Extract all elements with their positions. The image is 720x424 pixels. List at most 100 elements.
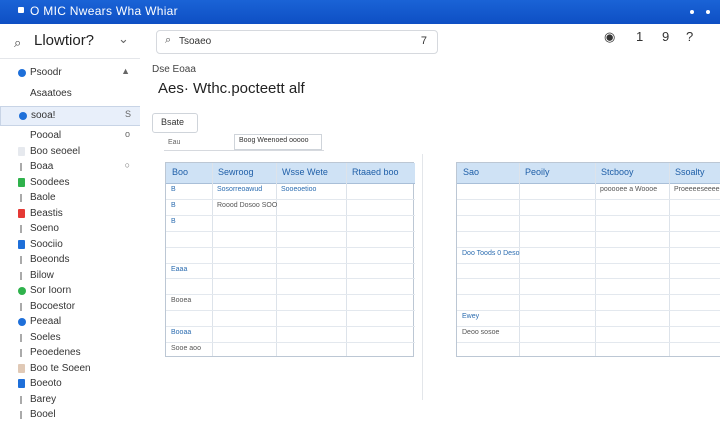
chevron-down-icon[interactable]: ⌄ (118, 31, 129, 47)
grid-row-divider (166, 310, 415, 312)
tree-line-icon (20, 411, 22, 419)
sidebar-item[interactable]: Booel (0, 406, 140, 424)
grid-row-divider (457, 326, 720, 328)
grid-toolbar-button-label: Boog Weenoed ooooo (239, 137, 309, 144)
tree-line-icon (20, 256, 22, 264)
count-button[interactable]: 9 (662, 29, 669, 44)
column-header[interactable]: Rtaaed boo (352, 167, 399, 177)
color-swatch-icon (18, 379, 25, 388)
grid-cell[interactable]: Doo Toods 0 Deso (462, 250, 519, 257)
data-grid-left[interactable]: Boo Sewroog Wsse Wete Rtaaed boo B Sosorreoaw… (165, 162, 415, 357)
sidebar-item-label: Bocoestor (30, 300, 76, 312)
grid-cell[interactable]: Booaa (171, 329, 191, 336)
grid-cell[interactable]: Deoo sosoe (462, 329, 499, 336)
pane-divider (422, 154, 423, 400)
sidebar-item-label: Sor Ioorn (30, 285, 72, 296)
grid-row-divider (166, 326, 415, 328)
grid-row-divider (166, 262, 415, 264)
grid-cell[interactable]: Sosorreoawud (217, 186, 262, 193)
grid-row-divider (457, 262, 720, 264)
search-input[interactable]: ⌕ Tsoaeo 7 (156, 30, 438, 54)
settings-icon[interactable]: ◉ (604, 29, 615, 45)
tree-line-icon (20, 163, 22, 171)
column-header[interactable]: Sao (463, 167, 479, 177)
grid-row-divider (166, 278, 415, 280)
grid-cell[interactable]: Ewey (462, 313, 479, 320)
top-toolbar: ⌕ Tsoaeo 7 ◉ 1 9 ? (140, 24, 720, 59)
column-header[interactable]: Wsse Wete (282, 167, 328, 177)
grid-row-divider (457, 246, 720, 248)
sidebar-item-suffix: ○ (124, 160, 130, 170)
status-dot-icon (18, 69, 26, 77)
grid-cell[interactable]: Sooeoetioo (281, 186, 316, 193)
column-header[interactable]: Ssoalty (675, 167, 705, 177)
column-header[interactable]: Sewroog (218, 167, 254, 177)
sidebar-item-label: Barey (30, 393, 57, 405)
grid-cell[interactable]: B (171, 186, 176, 193)
color-swatch-icon (18, 146, 25, 156)
sidebar-item-label: Bilow (30, 269, 54, 281)
status-dot-icon (18, 287, 26, 295)
sidebar-item-label: Peeaal (30, 316, 62, 327)
tree-line-icon (20, 194, 22, 202)
navigation-header[interactable]: ⌕ Llowtior? ⌄ (0, 24, 140, 59)
grid-cell[interactable]: Proeeeeseeeer (674, 186, 720, 193)
column-header[interactable]: Stcbooy (601, 167, 634, 177)
grid-row-divider (166, 214, 415, 216)
table-button-label: Bsate (161, 117, 185, 127)
sidebar-item[interactable]: Asaatoes (0, 85, 140, 103)
sidebar-item-label: Soodees (30, 176, 70, 188)
app-icon (18, 7, 24, 13)
grid-row-divider (457, 230, 720, 232)
grid-cell[interactable]: Roood Dosoo SOO (217, 202, 277, 209)
color-swatch-icon (18, 208, 25, 218)
grid-row-divider (457, 214, 720, 216)
sidebar-item-label: Baole (30, 192, 56, 203)
main-content: Dse Eoaa Aes· Wthc.pocteett alf Bsate Ea… (140, 58, 720, 400)
sidebar-item-label: Soeles (30, 331, 61, 343)
grid-row-divider (457, 310, 720, 312)
search-trailing: 7 (420, 35, 427, 47)
help-button[interactable]: 1 (636, 29, 643, 44)
more-button[interactable]: ? (686, 29, 693, 44)
navigation-title: Llowtior? (34, 32, 95, 49)
grid-toolbar-button[interactable]: Boog Weenoed ooooo (234, 134, 322, 150)
status-dot-icon (19, 112, 27, 120)
tree-line-icon (20, 302, 22, 311)
grid-cell[interactable]: Sooe aoo (171, 345, 201, 352)
grid-cell[interactable]: Booea (171, 297, 191, 304)
data-grid-right[interactable]: Sao Peoily Stcbooy Ssoalty pooooee a Woooe Pr… (456, 162, 720, 357)
sidebar-item-suffix: ▲ (121, 66, 130, 76)
sidebar-item-label: Boo seoeel (30, 145, 81, 157)
tree-line-icon (20, 333, 22, 342)
sidebar-item-suffix: S (124, 109, 131, 119)
grid-row-divider (457, 198, 720, 200)
sidebar-item[interactable]: sooa! S (0, 106, 142, 126)
color-swatch-icon (18, 177, 25, 187)
grid-row-divider (166, 246, 415, 248)
search-icon: ⌕ (165, 34, 172, 46)
column-header[interactable]: Peoily (525, 167, 550, 177)
column-header[interactable]: Boo (172, 167, 188, 177)
grid-row-divider (457, 342, 720, 344)
tree-line-icon (20, 225, 22, 233)
search-icon: ⌕ (14, 35, 22, 50)
grid-cell[interactable]: B (171, 202, 176, 209)
sidebar-item-label: Boo te Soeen (30, 362, 91, 374)
grid-row-divider (166, 342, 415, 344)
sidebar-item-label: Boeonds (30, 254, 70, 265)
sidebar-item[interactable]: Psoodr ▲ (0, 64, 140, 82)
grid-toolbar: Eau Boog Weenoed ooooo (164, 134, 324, 151)
table-button[interactable]: Bsate (152, 113, 198, 133)
breadcrumb: Dse Eoaa (152, 64, 196, 75)
close-button[interactable] (706, 10, 710, 14)
grid-cell[interactable]: B (171, 218, 176, 225)
minimize-button[interactable] (690, 10, 694, 14)
navigation-pane: ⌕ Llowtior? ⌄ Psoodr ▲ Asaatoes sooa! S Poooa… (0, 24, 142, 420)
grid-cell[interactable]: pooooee a Woooe (600, 186, 657, 193)
title-bar: O MIC Nwears Wha Whiar (0, 0, 720, 24)
grid-row-divider (166, 230, 415, 232)
sidebar-item-label: Beastis (30, 207, 63, 219)
grid-row-divider (166, 294, 415, 296)
grid-cell[interactable]: Eaaa (171, 266, 187, 273)
